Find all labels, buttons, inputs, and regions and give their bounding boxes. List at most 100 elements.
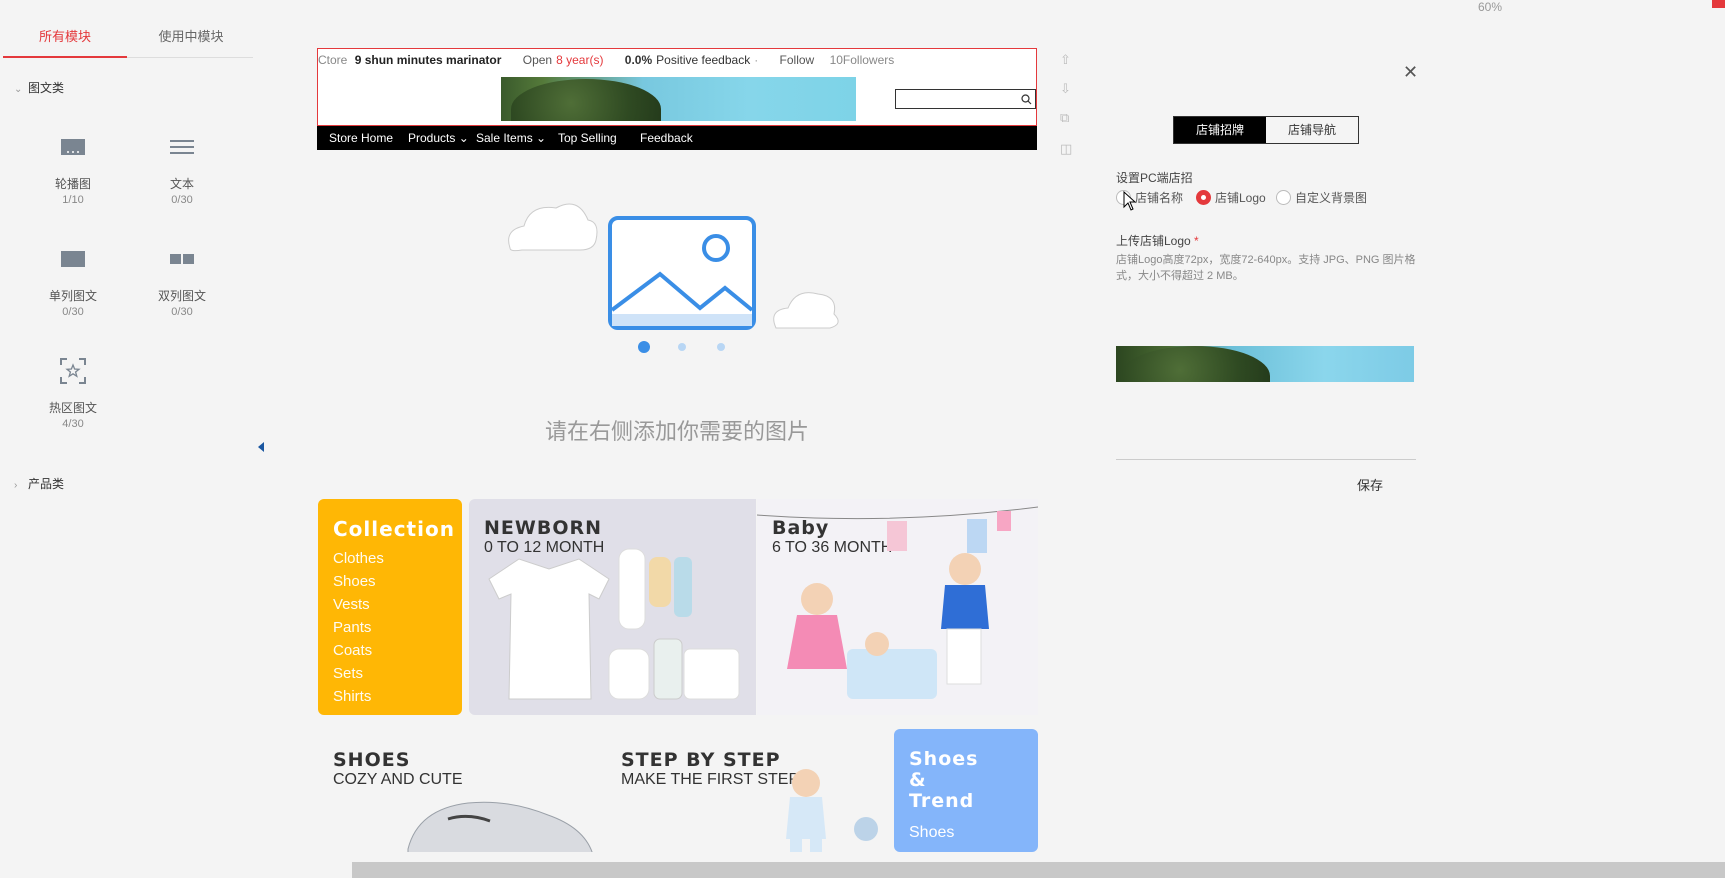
close-icon[interactable]: ✕ [1403,62,1418,83]
collection-tile[interactable]: Collection Clothes Shoes Vests Pants Coa… [318,499,462,715]
module-count: 0/30 [171,306,193,318]
chevron-down-icon: ⌄ [458,131,469,145]
horizontal-scrollbar[interactable] [352,862,1725,878]
shoes-tile[interactable]: SHOES COZY AND CUTE [318,729,603,852]
hotspot-icon [28,351,118,391]
followers-count: 10Followers [829,53,895,67]
newborn-products-image [488,548,740,700]
nav-products[interactable]: Products ⌄ [408,131,469,145]
tab-store-nav[interactable]: 店铺导航 [1266,117,1358,143]
step-tile[interactable]: STEP BY STEP MAKE THE FIRST STEP [606,729,891,852]
category-label: 图文类 [28,81,65,95]
module-single-column[interactable]: 单列图文 0/30 [28,239,118,318]
baby-photo-image [757,506,1038,699]
newborn-tile[interactable]: NEWBORN 0 TO 12 MONTH [469,499,756,715]
module-count: 4/30 [62,418,84,430]
nav-sale-items[interactable]: Sale Items ⌄ [476,131,546,145]
required-mark: * [1194,234,1199,248]
collection-item[interactable]: Clothes [333,547,447,570]
module-tabs: 所有模块 使用中模块 [3,24,253,58]
carousel-placeholder-illustration [508,203,839,353]
open-years: 8 year(s) [556,53,604,67]
store-name: 9 shun minutes marinator [354,53,502,67]
tile-title: SHOES [333,749,411,771]
tile-item[interactable]: Shoes [909,824,1023,842]
move-up-icon[interactable]: ⇧ [1060,52,1071,68]
follow-button[interactable]: Follow [780,53,815,67]
tab-used-modules[interactable]: 使用中模块 [129,24,253,58]
open-label: Open [522,53,553,67]
tile-subtitle: COZY AND CUTE [333,771,463,788]
move-down-icon[interactable]: ⇩ [1060,81,1071,97]
radio-label: 店铺Logo [1215,191,1266,205]
corner-indicator [1712,0,1725,8]
collection-item[interactable]: Shirts [333,685,447,708]
radio-store-logo[interactable]: 店铺Logo [1196,189,1266,206]
upload-logo-label: 上传店铺Logo * [1116,234,1199,248]
shoes-trend-tile[interactable]: Shoes & Trend Shoes [894,729,1038,852]
tile-title-line-2: & [909,769,927,791]
collection-item[interactable]: Sets [333,662,447,685]
module-hotspot[interactable]: 热区图文 4/30 [28,351,118,430]
module-name: 轮播图 [54,177,91,191]
store-header-module[interactable]: Ctore 9 shun minutes marinator Open 8 yea… [317,48,1037,126]
upload-hint: 店铺Logo高度72px，宽度72-640px。支持 JPG、PNG 图片格式，… [1116,254,1416,282]
category-products[interactable]: › 产品类 [14,475,64,492]
collection-item[interactable]: Vests [333,593,447,616]
module-count: 0/30 [171,194,193,206]
tile-title: Collection [333,517,455,541]
carousel-placeholder-text: 请在右侧添加你需要的图片 [544,419,809,444]
module-double-column[interactable]: 双列图文 0/30 [137,239,227,318]
module-name: 双列图文 [157,289,206,303]
module-carousel[interactable]: 轮播图 1/10 [28,127,118,206]
radio-label: 自定义背景图 [1295,191,1368,205]
radio-circle [1276,190,1291,205]
nav-store-home[interactable]: Store Home [329,131,393,145]
section-label: 设置PC端店招 [1116,171,1193,185]
feedback-label: Positive feedback [656,53,751,67]
module-text[interactable]: 文本 0/30 [137,127,227,206]
divider [1116,459,1416,460]
collapse-panel-icon[interactable] [258,442,264,452]
collection-item[interactable]: Coats [333,639,447,662]
logo-preview-image[interactable] [1116,346,1414,382]
separator: · [754,53,759,67]
copy-icon[interactable]: ⧉ [1060,110,1069,126]
nav-feedback[interactable]: Feedback [640,131,693,145]
radio-label: 店铺名称 [1135,191,1184,205]
carousel-icon [28,127,118,167]
store-search-input[interactable] [895,89,1036,109]
tile-title: NEWBORN [484,517,603,539]
baby-steps-image [786,769,878,852]
tab-store-sign[interactable]: 店铺招牌 [1174,117,1266,143]
module-count: 0/30 [62,306,84,318]
tab-all-modules[interactable]: 所有模块 [3,24,127,58]
module-count: 1/10 [62,194,84,206]
delete-icon[interactable]: ◫ [1060,141,1072,157]
collection-item[interactable]: Pants [333,616,447,639]
header-mode-switch: 店铺招牌 店铺导航 [1173,116,1359,144]
double-column-icon [137,239,227,279]
category-image-text[interactable]: ⌄ 图文类 [14,79,64,96]
baby-tile[interactable]: Baby 6 TO 36 MONTH [757,499,1038,715]
mouse-cursor-icon [1123,191,1137,211]
collection-item[interactable]: Shoes [333,570,447,593]
store-nav-bar: Store Home Products ⌄ Sale Items ⌄ Top S… [317,126,1037,150]
chevron-down-icon: ⌄ [14,84,23,95]
chevron-down-icon: ⌄ [536,131,547,145]
module-name: 单列图文 [48,289,97,303]
store-info-bar: Ctore 9 shun minutes marinator Open 8 yea… [318,53,898,67]
radio-custom-background[interactable]: 自定义背景图 [1276,189,1367,206]
tile-title-line-3: Trend [909,790,975,812]
search-icon [1021,94,1032,105]
single-column-icon [28,239,118,279]
text-lines-icon [137,127,227,167]
tile-title-line-1: Shoes [909,748,979,770]
module-name: 文本 [169,177,194,191]
store-banner-image [501,77,856,121]
nav-top-selling[interactable]: Top Selling [558,131,617,145]
save-button[interactable]: 保存 [1357,475,1383,494]
shoe-image [407,801,593,852]
chevron-right-icon: › [14,480,18,491]
zoom-level: 60% [1478,0,1503,14]
